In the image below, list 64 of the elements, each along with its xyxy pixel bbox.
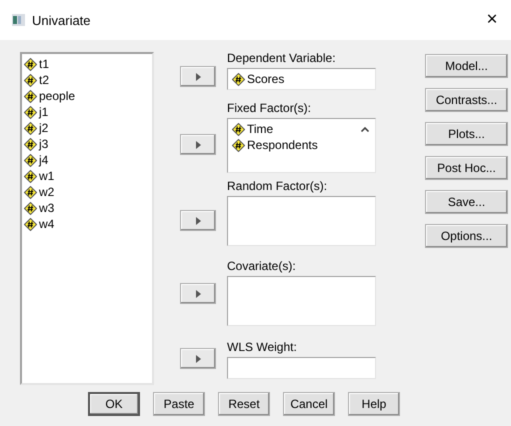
target-field[interactable]: Scores	[227, 68, 376, 90]
move-button[interactable]	[180, 348, 216, 369]
scale-variable-icon	[24, 170, 37, 182]
dialog-button[interactable]: Options...	[425, 224, 508, 248]
dialog-button[interactable]: Post Hoc...	[425, 156, 508, 180]
arrow-right-icon	[196, 354, 200, 362]
dialog-button[interactable]: Help	[348, 392, 400, 416]
field-label: Fixed Factor(s):	[227, 102, 312, 115]
variable-item[interactable]: w3	[39, 201, 54, 215]
scroll-up-icon[interactable]	[361, 127, 369, 132]
close-button[interactable]: ×	[477, 9, 507, 31]
arrow-right-icon	[196, 216, 200, 224]
variable-item[interactable]: t2	[39, 73, 50, 87]
dialog-button[interactable]: OK	[88, 392, 140, 416]
variable-item[interactable]: j2	[39, 121, 48, 135]
dialog-button[interactable]: Save...	[425, 190, 508, 214]
target-item[interactable]: Respondents	[247, 138, 318, 152]
arrow-right-icon	[196, 290, 200, 298]
scale-variable-icon	[24, 202, 37, 214]
scale-variable-icon	[24, 58, 37, 70]
scale-variable-icon	[24, 90, 37, 102]
scale-variable-icon	[24, 106, 37, 118]
target-item[interactable]: Scores	[247, 72, 284, 86]
dialog-button[interactable]: Plots...	[425, 122, 508, 146]
window-icon	[12, 14, 25, 26]
move-button[interactable]	[180, 134, 216, 155]
variable-item[interactable]: people	[39, 89, 76, 103]
scale-variable-icon	[24, 122, 37, 134]
variable-item[interactable]: w1	[39, 169, 54, 183]
target-list[interactable]	[227, 276, 376, 326]
variable-item[interactable]: j4	[39, 153, 48, 167]
dialog-button[interactable]: Model...	[425, 54, 508, 78]
move-button[interactable]	[180, 210, 216, 231]
scale-variable-icon	[24, 138, 37, 150]
scale-variable-icon	[232, 72, 245, 86]
field-label: Dependent Variable:	[227, 52, 337, 65]
arrow-right-icon	[196, 140, 200, 148]
field-label: Covariate(s):	[227, 260, 297, 273]
variable-item[interactable]: j1	[39, 105, 48, 119]
move-button[interactable]	[180, 66, 216, 87]
target-list[interactable]: Time Respondents	[227, 118, 376, 173]
window-title: Univariate	[32, 12, 92, 28]
scale-variable-icon	[24, 74, 37, 86]
dialog-button[interactable]: Reset	[218, 392, 270, 416]
scale-variable-icon	[24, 154, 37, 166]
scale-variable-icon	[24, 218, 37, 230]
scale-variable-icon	[232, 138, 245, 152]
arrow-right-icon	[196, 72, 200, 80]
target-item[interactable]: Time	[247, 122, 274, 136]
variable-list[interactable]: t1 t2 people j1 j2 j3 j4 w1 w2 w3 w4	[20, 52, 154, 385]
variable-item[interactable]: t1	[39, 57, 50, 71]
variable-item[interactable]: w2	[39, 185, 54, 199]
target-list[interactable]	[227, 196, 376, 246]
dialog-button[interactable]: Paste	[153, 392, 205, 416]
dialog-button[interactable]: Contrasts...	[425, 88, 508, 112]
target-field[interactable]	[227, 357, 376, 379]
dialog-button[interactable]: Cancel	[283, 392, 335, 416]
scale-variable-icon	[232, 122, 245, 136]
field-label: WLS Weight:	[227, 341, 298, 354]
scale-variable-icon	[24, 186, 37, 198]
field-label: Random Factor(s):	[227, 180, 328, 193]
move-button[interactable]	[180, 283, 216, 304]
variable-item[interactable]: w4	[39, 217, 54, 231]
variable-item[interactable]: j3	[39, 137, 48, 151]
